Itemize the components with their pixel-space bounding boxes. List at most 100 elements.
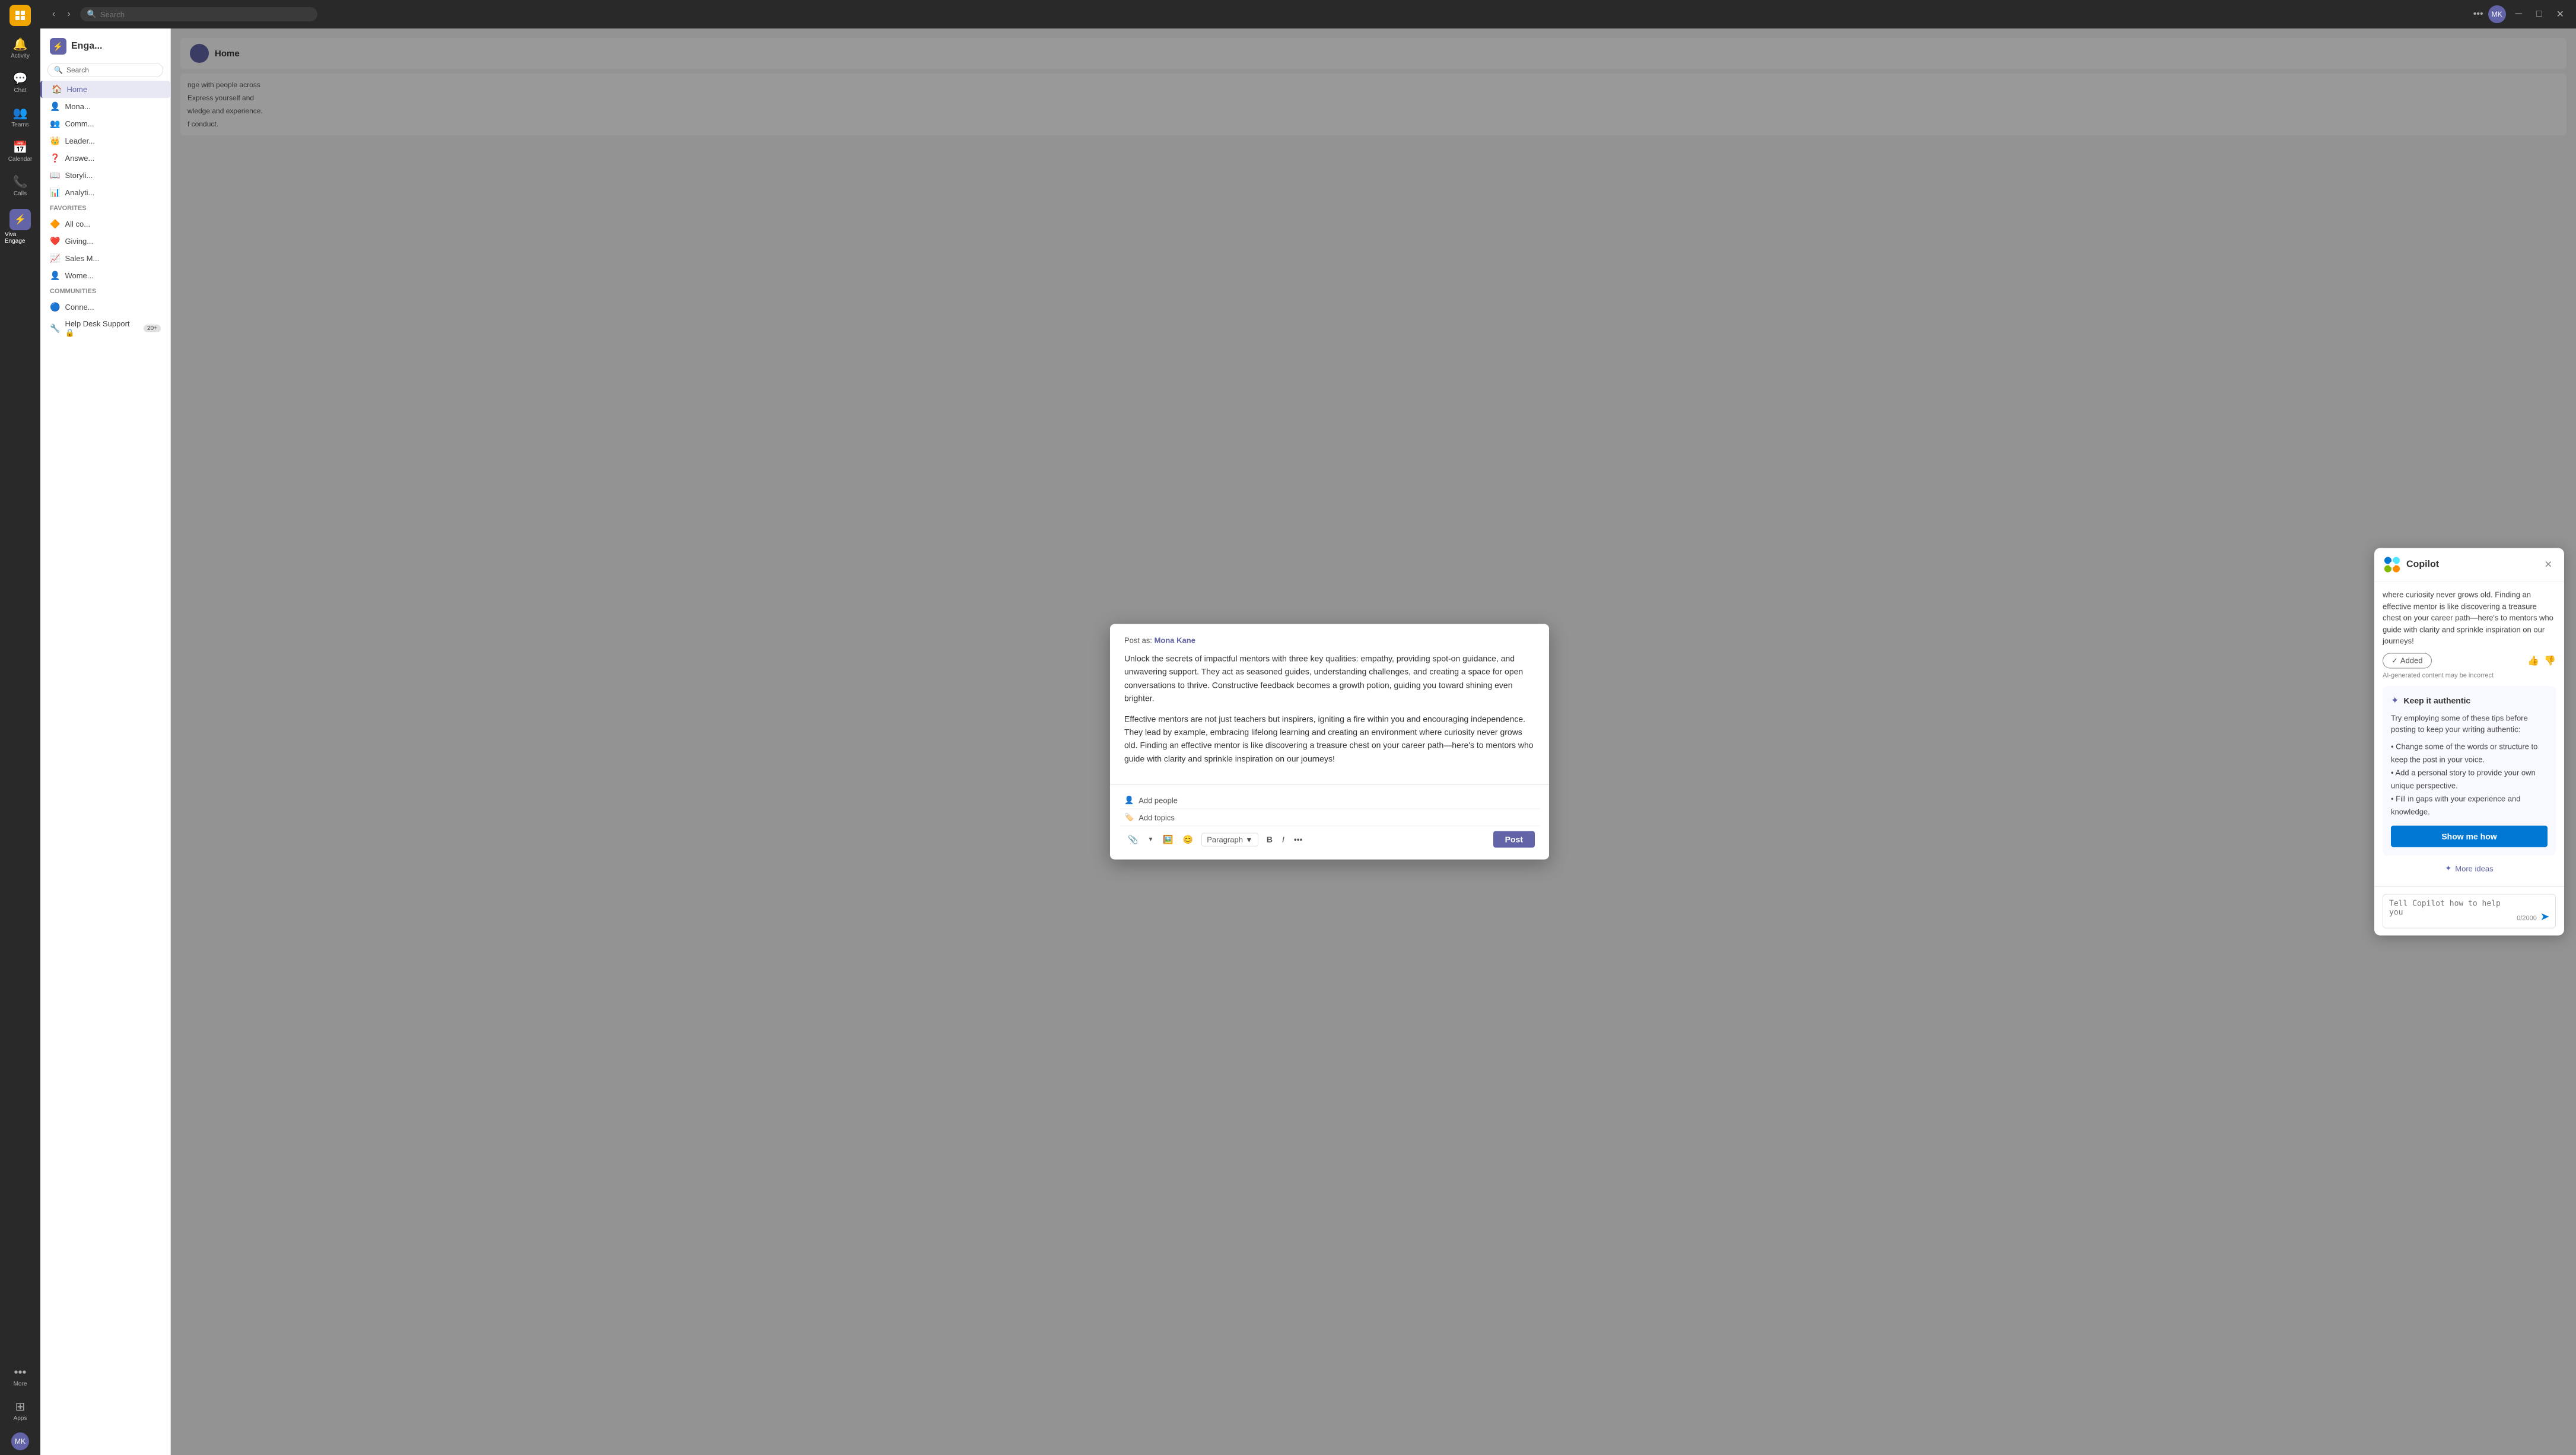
- copilot-input[interactable]: [2389, 900, 2517, 923]
- user-avatar[interactable]: MK: [2488, 5, 2506, 23]
- attachment-dropdown[interactable]: ▼: [1144, 834, 1157, 845]
- sidebar-item-conne[interactable]: 🔵 Conne...: [40, 298, 170, 316]
- topics-icon: 🏷️: [1124, 813, 1134, 822]
- nav-arrows: ‹ ›: [47, 7, 75, 22]
- analytics-label: Analyti...: [65, 188, 94, 197]
- sidebar-item-women[interactable]: 👤 Wome...: [40, 267, 170, 284]
- people-icon: 👤: [1124, 796, 1134, 805]
- sidebar-item-communities[interactable]: 👥 Comm...: [40, 115, 170, 132]
- sidebar-item-giving[interactable]: ❤️ Giving...: [40, 233, 170, 250]
- nav-teams[interactable]: 👥 Teams: [2, 100, 38, 134]
- search-bar[interactable]: 🔍: [80, 7, 317, 21]
- added-label: Added: [2400, 656, 2423, 665]
- apps-label: Apps: [14, 1415, 27, 1422]
- calendar-icon: 📅: [13, 140, 28, 155]
- author-link[interactable]: Mona Kane: [1155, 636, 1195, 644]
- nav-calls[interactable]: 📞 Calls: [2, 169, 38, 203]
- home-label: Home: [66, 85, 87, 94]
- calls-icon: 📞: [13, 174, 28, 189]
- nav-calendar[interactable]: 📅 Calendar: [2, 134, 38, 169]
- search-icon: 🔍: [54, 66, 63, 74]
- nav-activity[interactable]: 🔔 Activity: [2, 31, 38, 65]
- sidebar-item-leadership[interactable]: 👑 Leader...: [40, 132, 170, 150]
- copilot-input-area: 0/2000 ➤: [2374, 887, 2564, 936]
- paragraph-label: Paragraph: [1207, 835, 1243, 844]
- nav-viva-engage[interactable]: ⚡ Viva Engage: [2, 203, 38, 250]
- sidebar-header: ⚡ Enga...: [40, 33, 170, 59]
- copilot-scrolled-text: where curiosity never grows old. Finding…: [2383, 589, 2556, 647]
- added-button[interactable]: ✓ Added: [2383, 653, 2432, 668]
- copilot-input-wrapper[interactable]: 0/2000 ➤: [2383, 894, 2556, 929]
- copilot-title: Copilot: [2406, 559, 2536, 570]
- avatar[interactable]: MK: [11, 1432, 29, 1450]
- sparkle-icon: ✦: [2445, 864, 2451, 873]
- viva-engage-sidebar: ⚡ Enga... 🔍 Search 🏠 Home 👤 Mona... 👥 Co…: [40, 28, 171, 1455]
- italic-button[interactable]: I: [1279, 833, 1288, 847]
- feedback-icons: 👍 👎: [2527, 655, 2556, 666]
- helpdesk-label: Help Desk Support 🔒: [65, 319, 139, 338]
- thumbs-down-icon[interactable]: 👎: [2544, 655, 2556, 666]
- spark-icon: ✦: [2391, 694, 2399, 706]
- sidebar-item-analytics[interactable]: 📊 Analyti...: [40, 184, 170, 201]
- image-button[interactable]: 🖼️: [1159, 832, 1176, 847]
- emoji-button[interactable]: 😊: [1179, 832, 1197, 847]
- nav-chat[interactable]: 💬 Chat: [2, 65, 38, 100]
- chat-icon: 💬: [13, 71, 28, 86]
- sidebar-item-sales[interactable]: 📈 Sales M...: [40, 250, 170, 267]
- copilot-tips-list: Change some of the words or structure to…: [2391, 740, 2548, 819]
- paragraph-select[interactable]: Paragraph ▼: [1201, 833, 1258, 846]
- apps-icon: ⊞: [15, 1399, 26, 1414]
- add-people-label: Add people: [1138, 796, 1178, 805]
- communities-section-label: Communities: [40, 284, 170, 298]
- copilot-send-button[interactable]: ➤: [2540, 911, 2549, 923]
- answers-icon: ❓: [50, 153, 60, 163]
- analytics-icon: 📊: [50, 188, 60, 198]
- back-button[interactable]: ‹: [47, 7, 60, 22]
- minimize-button[interactable]: ─: [2511, 7, 2527, 22]
- forward-button[interactable]: ›: [62, 7, 75, 22]
- more-ideas-button[interactable]: ✦ More ideas: [2383, 858, 2556, 879]
- sidebar-item-mona[interactable]: 👤 Mona...: [40, 98, 170, 115]
- sidebar-item-home[interactable]: 🏠 Home: [40, 81, 170, 98]
- calls-label: Calls: [14, 190, 27, 197]
- sidebar-item-all-co[interactable]: 🔶 All co...: [40, 215, 170, 233]
- copilot-card-intro: Try employing some of these tips before …: [2391, 712, 2548, 735]
- added-row: ✓ Added 👍 👎: [2383, 653, 2556, 668]
- formatting-toolbar: 📎 ▼ 🖼️ 😊 Paragraph ▼ B I ••• Post: [1120, 827, 1540, 853]
- nav-apps[interactable]: ⊞ Apps: [2, 1394, 38, 1427]
- search-input[interactable]: [100, 10, 310, 19]
- thumbs-up-icon[interactable]: 👍: [2527, 655, 2539, 666]
- show-me-how-button[interactable]: Show me how: [2391, 826, 2548, 847]
- viva-engage-icon: ⚡: [9, 209, 31, 230]
- storyline-icon: 📖: [50, 170, 60, 180]
- more-icon: •••: [14, 1366, 26, 1380]
- maximize-button[interactable]: □: [2532, 7, 2547, 22]
- nav-more[interactable]: ••• More: [2, 1361, 38, 1392]
- toolbar-group-format: 📎 ▼ 🖼️ 😊: [1124, 832, 1197, 847]
- attachment-button[interactable]: 📎: [1124, 832, 1141, 847]
- women-label: Wome...: [65, 271, 93, 280]
- mona-label: Mona...: [65, 102, 90, 111]
- sidebar-search[interactable]: 🔍 Search: [47, 63, 163, 77]
- women-icon: 👤: [50, 271, 60, 281]
- copilot-logo: [2384, 556, 2400, 573]
- copilot-close-button[interactable]: ✕: [2542, 556, 2555, 573]
- close-button[interactable]: ✕: [2552, 6, 2569, 23]
- post-modal-body: Post as: Mona Kane Unlock the secrets of…: [1110, 624, 1549, 784]
- add-topics-row[interactable]: 🏷️ Add topics: [1120, 809, 1540, 827]
- bold-button[interactable]: B: [1263, 833, 1276, 847]
- tip-3: Fill in gaps with your experience and kn…: [2391, 792, 2548, 818]
- answers-label: Answe...: [65, 154, 94, 163]
- activity-label: Activity: [11, 53, 30, 59]
- add-people-row[interactable]: 👤 Add people: [1120, 792, 1540, 809]
- post-button[interactable]: Post: [1493, 831, 1535, 848]
- helpdesk-icon: 🔧: [50, 323, 60, 333]
- copilot-content: where curiosity never grows old. Finding…: [2374, 582, 2564, 886]
- more-formatting-button[interactable]: •••: [1290, 833, 1306, 847]
- sidebar-item-answers[interactable]: ❓ Answe...: [40, 150, 170, 167]
- paragraph-dropdown-icon: ▼: [1245, 835, 1253, 844]
- communities-icon: 👥: [50, 119, 60, 129]
- sidebar-app-title: Enga...: [71, 41, 102, 52]
- sidebar-item-helpdesk[interactable]: 🔧 Help Desk Support 🔒 20+: [40, 316, 170, 341]
- sidebar-item-storyline[interactable]: 📖 Storyli...: [40, 167, 170, 184]
